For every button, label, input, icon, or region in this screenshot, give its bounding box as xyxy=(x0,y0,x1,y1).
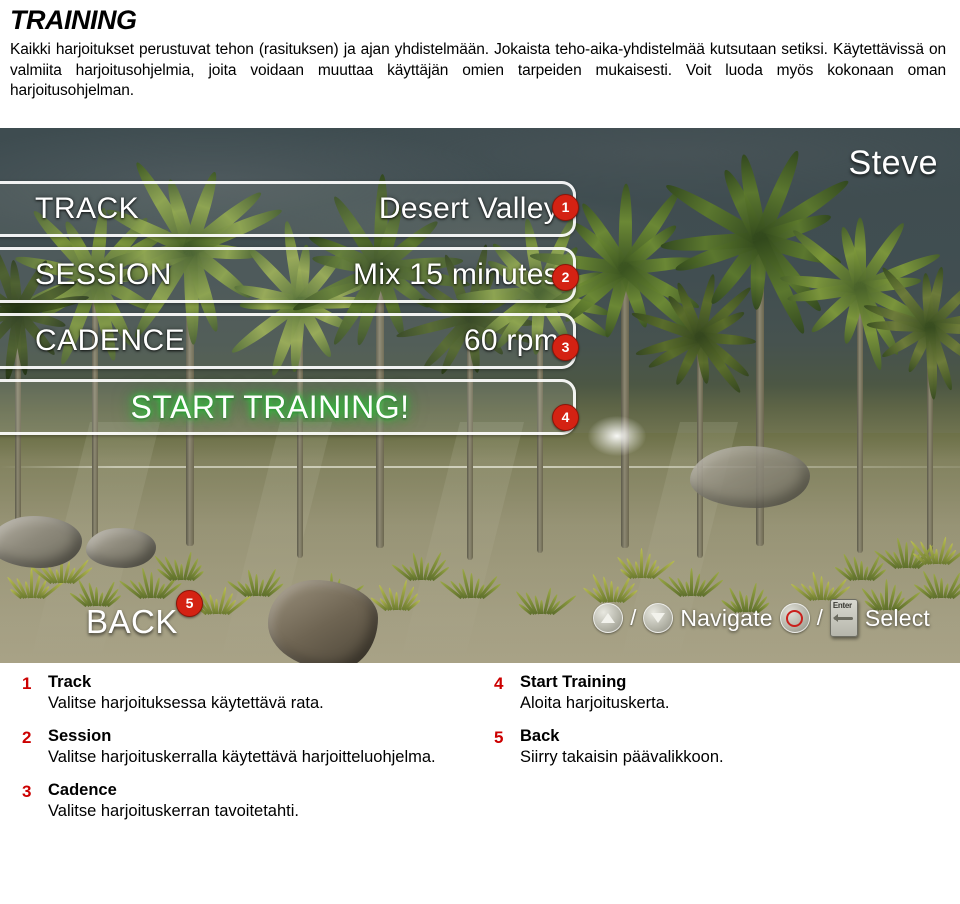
enter-key-cap: Enter xyxy=(832,601,852,610)
navigate-label: Navigate xyxy=(680,604,773,631)
arrow-down-icon[interactable] xyxy=(643,603,674,633)
menu-row-track[interactable]: TRACK Desert Valley xyxy=(0,181,576,237)
separator-slash: / xyxy=(630,605,637,630)
legend-description: Siirry takaisin päävalikkoon. xyxy=(520,748,724,767)
legend-title: Track xyxy=(48,673,92,691)
document-header: TRAINING Kaikki harjoitukset perustuvat … xyxy=(0,0,960,102)
row-value-cadence: 60 rpm xyxy=(463,324,559,357)
row-value-track: Desert Valley xyxy=(378,192,559,225)
intro-paragraph: Kaikki harjoitukset perustuvat tehon (ra… xyxy=(10,41,946,100)
hud-controls: / Navigate / Enter Select xyxy=(593,599,930,637)
list-item: 4 Start Training Aloita harjoituskerta. xyxy=(494,672,940,715)
training-menu: TRACK Desert Valley SESSION Mix 15 minut… xyxy=(0,181,576,445)
list-item: 3 Cadence Valitse harjoituskerran tavoit… xyxy=(22,780,468,823)
callout-badge-1: 1 xyxy=(552,194,579,221)
legend-description: Valitse harjoituksessa käytettävä rata. xyxy=(48,694,324,713)
arrow-up-icon[interactable] xyxy=(593,603,624,633)
legend-description: Aloita harjoituskerta. xyxy=(520,694,670,713)
legend-number: 4 xyxy=(494,674,504,693)
menu-row-cadence[interactable]: CADENCE 60 rpm xyxy=(0,313,576,369)
legend-title: Session xyxy=(48,726,112,745)
legend-title: Start Training xyxy=(520,673,627,691)
legend-column-left: 1 Track Valitse harjoituksessa käytettäv… xyxy=(8,672,480,834)
row-label-track: TRACK xyxy=(35,192,140,225)
callout-badge-2: 2 xyxy=(552,264,579,291)
list-item: 2 Session Valitse harjoituskerralla käyt… xyxy=(22,726,468,769)
legend-title: Back xyxy=(520,726,560,745)
page-title: TRAINING xyxy=(10,5,137,35)
select-label: Select xyxy=(864,604,930,631)
callout-badge-5: 5 xyxy=(176,590,203,617)
legend-description: Valitse harjoituskerralla käytettävä har… xyxy=(48,748,436,767)
list-item: 5 Back Siirry takaisin päävalikkoon. xyxy=(494,726,940,769)
row-label-cadence: CADENCE xyxy=(35,324,186,357)
start-training-label: START TRAINING! xyxy=(130,388,410,425)
dial-knob-icon[interactable] xyxy=(779,603,810,633)
rock xyxy=(86,528,156,568)
legend-description: Valitse harjoituskerran tavoitetahti. xyxy=(48,802,299,821)
legend-number: 2 xyxy=(22,727,32,747)
back-button[interactable]: BACK xyxy=(86,603,178,641)
game-screenshot: TRACK Desert Valley SESSION Mix 15 minut… xyxy=(0,128,960,663)
rock-foreground xyxy=(268,580,378,663)
callout-badge-3: 3 xyxy=(552,334,579,361)
legend: 1 Track Valitse harjoituksessa käytettäv… xyxy=(0,672,960,834)
start-training-button[interactable]: START TRAINING! xyxy=(0,379,576,435)
row-value-session: Mix 15 minutes xyxy=(353,258,559,291)
legend-column-right: 4 Start Training Aloita harjoituskerta. … xyxy=(480,672,952,834)
rock xyxy=(690,446,810,508)
legend-number: 3 xyxy=(22,781,32,801)
row-label-session: SESSION xyxy=(35,258,172,291)
menu-row-session[interactable]: SESSION Mix 15 minutes xyxy=(0,247,576,303)
palm-tree xyxy=(861,264,960,560)
separator-slash: / xyxy=(816,605,823,630)
list-item: 1 Track Valitse harjoituksessa käytettäv… xyxy=(22,672,468,715)
highlight-glow xyxy=(588,416,646,456)
legend-number: 1 xyxy=(22,674,32,693)
player-name: Steve xyxy=(848,144,938,182)
enter-key-icon[interactable]: Enter xyxy=(829,599,858,637)
callout-badge-4: 4 xyxy=(552,404,579,431)
legend-number: 5 xyxy=(494,727,504,747)
legend-title: Cadence xyxy=(48,780,117,799)
rock xyxy=(0,516,82,568)
